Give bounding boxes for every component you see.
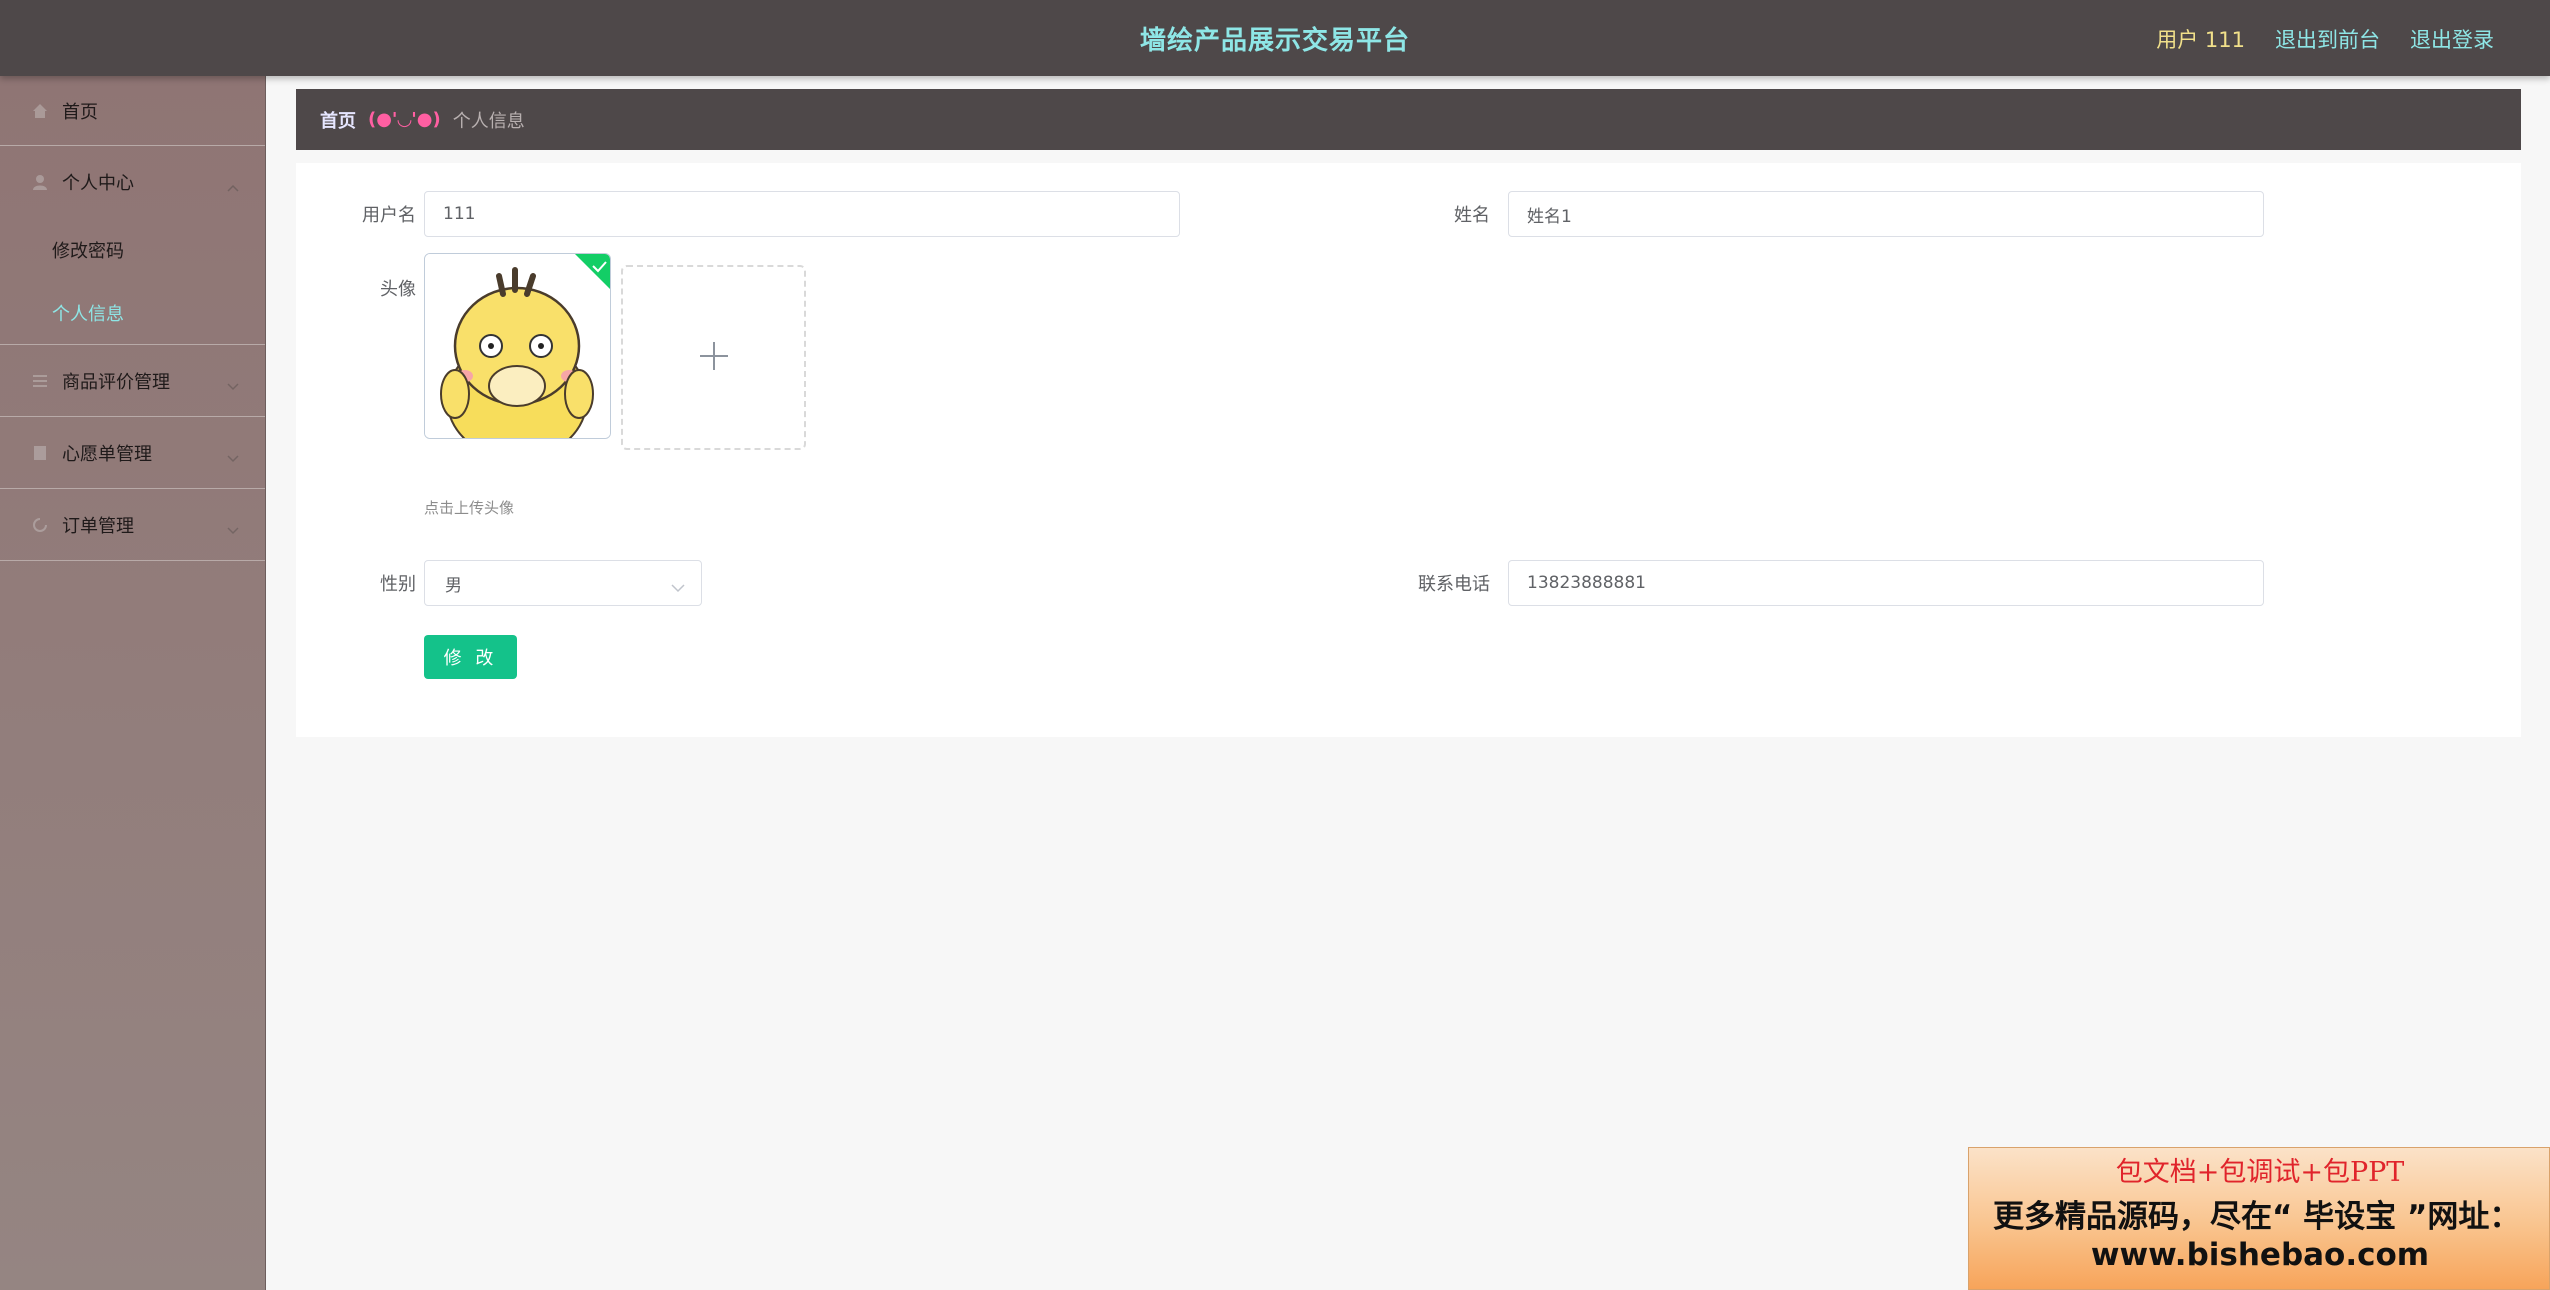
username-label: 用户名 xyxy=(362,205,416,226)
plus-icon xyxy=(699,341,729,375)
submit-button[interactable]: 修 改 xyxy=(424,635,517,679)
sidebar-item-label: 订单管理 xyxy=(62,515,134,537)
ad-line-1: 包文档+包调试+包PPT xyxy=(2115,1157,2405,1188)
current-user-label: 用户 111 xyxy=(2156,28,2245,52)
breadcrumb-separator: (●'◡'●) xyxy=(368,109,441,130)
gender-label: 性别 xyxy=(380,574,416,595)
ad-line-3: www.bishebao.com xyxy=(2090,1237,2430,1273)
logout-link[interactable]: 退出登录 xyxy=(2410,24,2494,54)
avatar-image[interactable] xyxy=(424,253,611,439)
chevron-down-icon xyxy=(227,447,239,468)
sidebar-item-label: 心愿单管理 xyxy=(62,443,152,465)
chevron-up-icon xyxy=(227,176,239,197)
breadcrumb-current: 个人信息 xyxy=(452,110,525,132)
sidebar-item-review-management[interactable]: 商品评价管理 xyxy=(0,345,265,417)
sidebar-subitem-change-password[interactable]: 修改密码 xyxy=(0,218,265,281)
breadcrumb: 首页 (●'◡'●) 个人信息 xyxy=(296,89,2521,150)
sidebar-item-label: 个人中心 xyxy=(62,173,134,194)
phone-label: 联系电话 xyxy=(1418,574,1490,595)
list-icon xyxy=(30,371,50,391)
username-input[interactable]: 111 xyxy=(424,191,1180,237)
sidebar-item-label: 商品评价管理 xyxy=(62,371,170,393)
personal-info-form: 用户名 111 姓名 姓名1 头像 点击上传头像 性别 男 联系电话 13823… xyxy=(296,163,2521,737)
chevron-down-icon xyxy=(671,578,685,598)
gender-selected-value: 男 xyxy=(445,575,462,596)
chevron-down-icon xyxy=(227,375,239,396)
sidebar-item-personal-center[interactable]: 个人中心 xyxy=(0,146,265,218)
header-actions: 用户 111 退出到前台 退出登录 xyxy=(2156,24,2494,54)
user-icon xyxy=(30,172,50,192)
refresh-icon xyxy=(30,515,50,535)
sidebar-item-home[interactable]: 首页 xyxy=(0,76,265,146)
sidebar-subitem-personal-info[interactable]: 个人信息 xyxy=(0,281,265,344)
name-input[interactable]: 姓名1 xyxy=(1508,191,2264,237)
home-icon xyxy=(30,101,50,121)
advertisement-banner: 包文档+包调试+包PPT 更多精品源码，尽在“ 毕设宝 ”网址： www.bis… xyxy=(1968,1147,2550,1290)
name-label: 姓名 xyxy=(1454,205,1490,226)
sidebar-item-wishlist-management[interactable]: 心愿单管理 xyxy=(0,417,265,489)
sidebar: 首页 个人中心 修改密码 个人信息 商品评价管理 心愿单管理 订单管理 xyxy=(0,76,266,1290)
chevron-down-icon xyxy=(227,519,239,540)
sidebar-item-order-management[interactable]: 订单管理 xyxy=(0,489,265,561)
document-icon xyxy=(30,443,50,463)
gender-select[interactable]: 男 xyxy=(424,560,702,606)
sidebar-group-personal: 个人中心 修改密码 个人信息 xyxy=(0,146,265,345)
avatar-upload-hint: 点击上传头像 xyxy=(424,499,515,517)
exit-to-front-link[interactable]: 退出到前台 xyxy=(2275,24,2380,54)
top-header: 墙绘产品展示交易平台 用户 111 退出到前台 退出登录 xyxy=(0,0,2550,76)
ad-line-2: 更多精品源码，尽在“ 毕设宝 ”网址： xyxy=(1993,1199,2521,1235)
avatar-label: 头像 xyxy=(380,279,416,300)
sidebar-item-label: 首页 xyxy=(62,101,98,123)
avatar-upload-button[interactable] xyxy=(621,265,806,450)
breadcrumb-home-link[interactable]: 首页 xyxy=(320,107,356,133)
phone-input[interactable]: 13823888881 xyxy=(1508,560,2264,606)
